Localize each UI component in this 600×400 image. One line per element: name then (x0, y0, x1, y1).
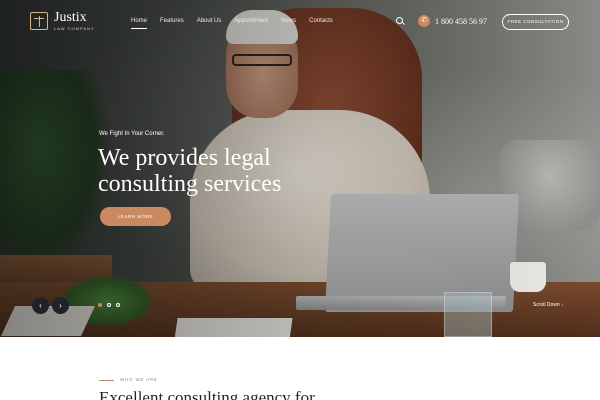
hero-section: Justix LAW COMPANY Home Features About U… (0, 0, 600, 337)
logo[interactable]: Justix LAW COMPANY (30, 11, 95, 31)
section-label: WHO WE ARE (120, 377, 158, 382)
brand-name: Justix (54, 10, 87, 25)
brand-tagline: LAW COMPANY (54, 26, 95, 31)
hero-tagline: We Fight In Your Corner. (99, 131, 165, 137)
nav-item-features[interactable]: Features (160, 18, 184, 24)
slider-dot[interactable] (116, 303, 120, 307)
slider-dot[interactable] (107, 303, 111, 307)
nav-item-news[interactable]: News (281, 18, 296, 24)
nav-item-appointment[interactable]: Appointment (234, 18, 268, 24)
hero-title: We provides legal consulting services (98, 145, 282, 197)
phone-contact[interactable]: ✆ 1 800 458 56 97 (418, 15, 487, 27)
arrow-right-icon[interactable]: › (52, 297, 69, 314)
arrow-left-icon[interactable]: ‹ (32, 297, 49, 314)
scales-icon (30, 12, 48, 30)
nav-item-home[interactable]: Home (131, 18, 148, 29)
site-header: Justix LAW COMPANY Home Features About U… (0, 0, 600, 44)
slider-dots (98, 303, 125, 307)
slider-dot[interactable] (98, 303, 102, 307)
phone-number: 1 800 458 56 97 (435, 16, 487, 26)
nav-item-about-us[interactable]: About Us (197, 18, 222, 24)
logo-text: Justix LAW COMPANY (54, 10, 95, 32)
phone-icon: ✆ (418, 15, 430, 27)
main-nav: Home Features About Us Appointment News … (131, 18, 346, 29)
search-icon-handle (402, 22, 405, 25)
learn-more-button[interactable]: LEARN MORE (100, 207, 171, 226)
nav-item-contacts[interactable]: Contacts (309, 18, 333, 24)
section-heading: Excellent consulting agency for (99, 388, 315, 400)
search-icon[interactable] (396, 17, 405, 26)
free-consultation-button[interactable]: FREE CONSULTATION (502, 14, 569, 30)
section-label-line (99, 380, 114, 381)
scroll-down-link[interactable]: Scroll Down ↓ (533, 302, 564, 308)
